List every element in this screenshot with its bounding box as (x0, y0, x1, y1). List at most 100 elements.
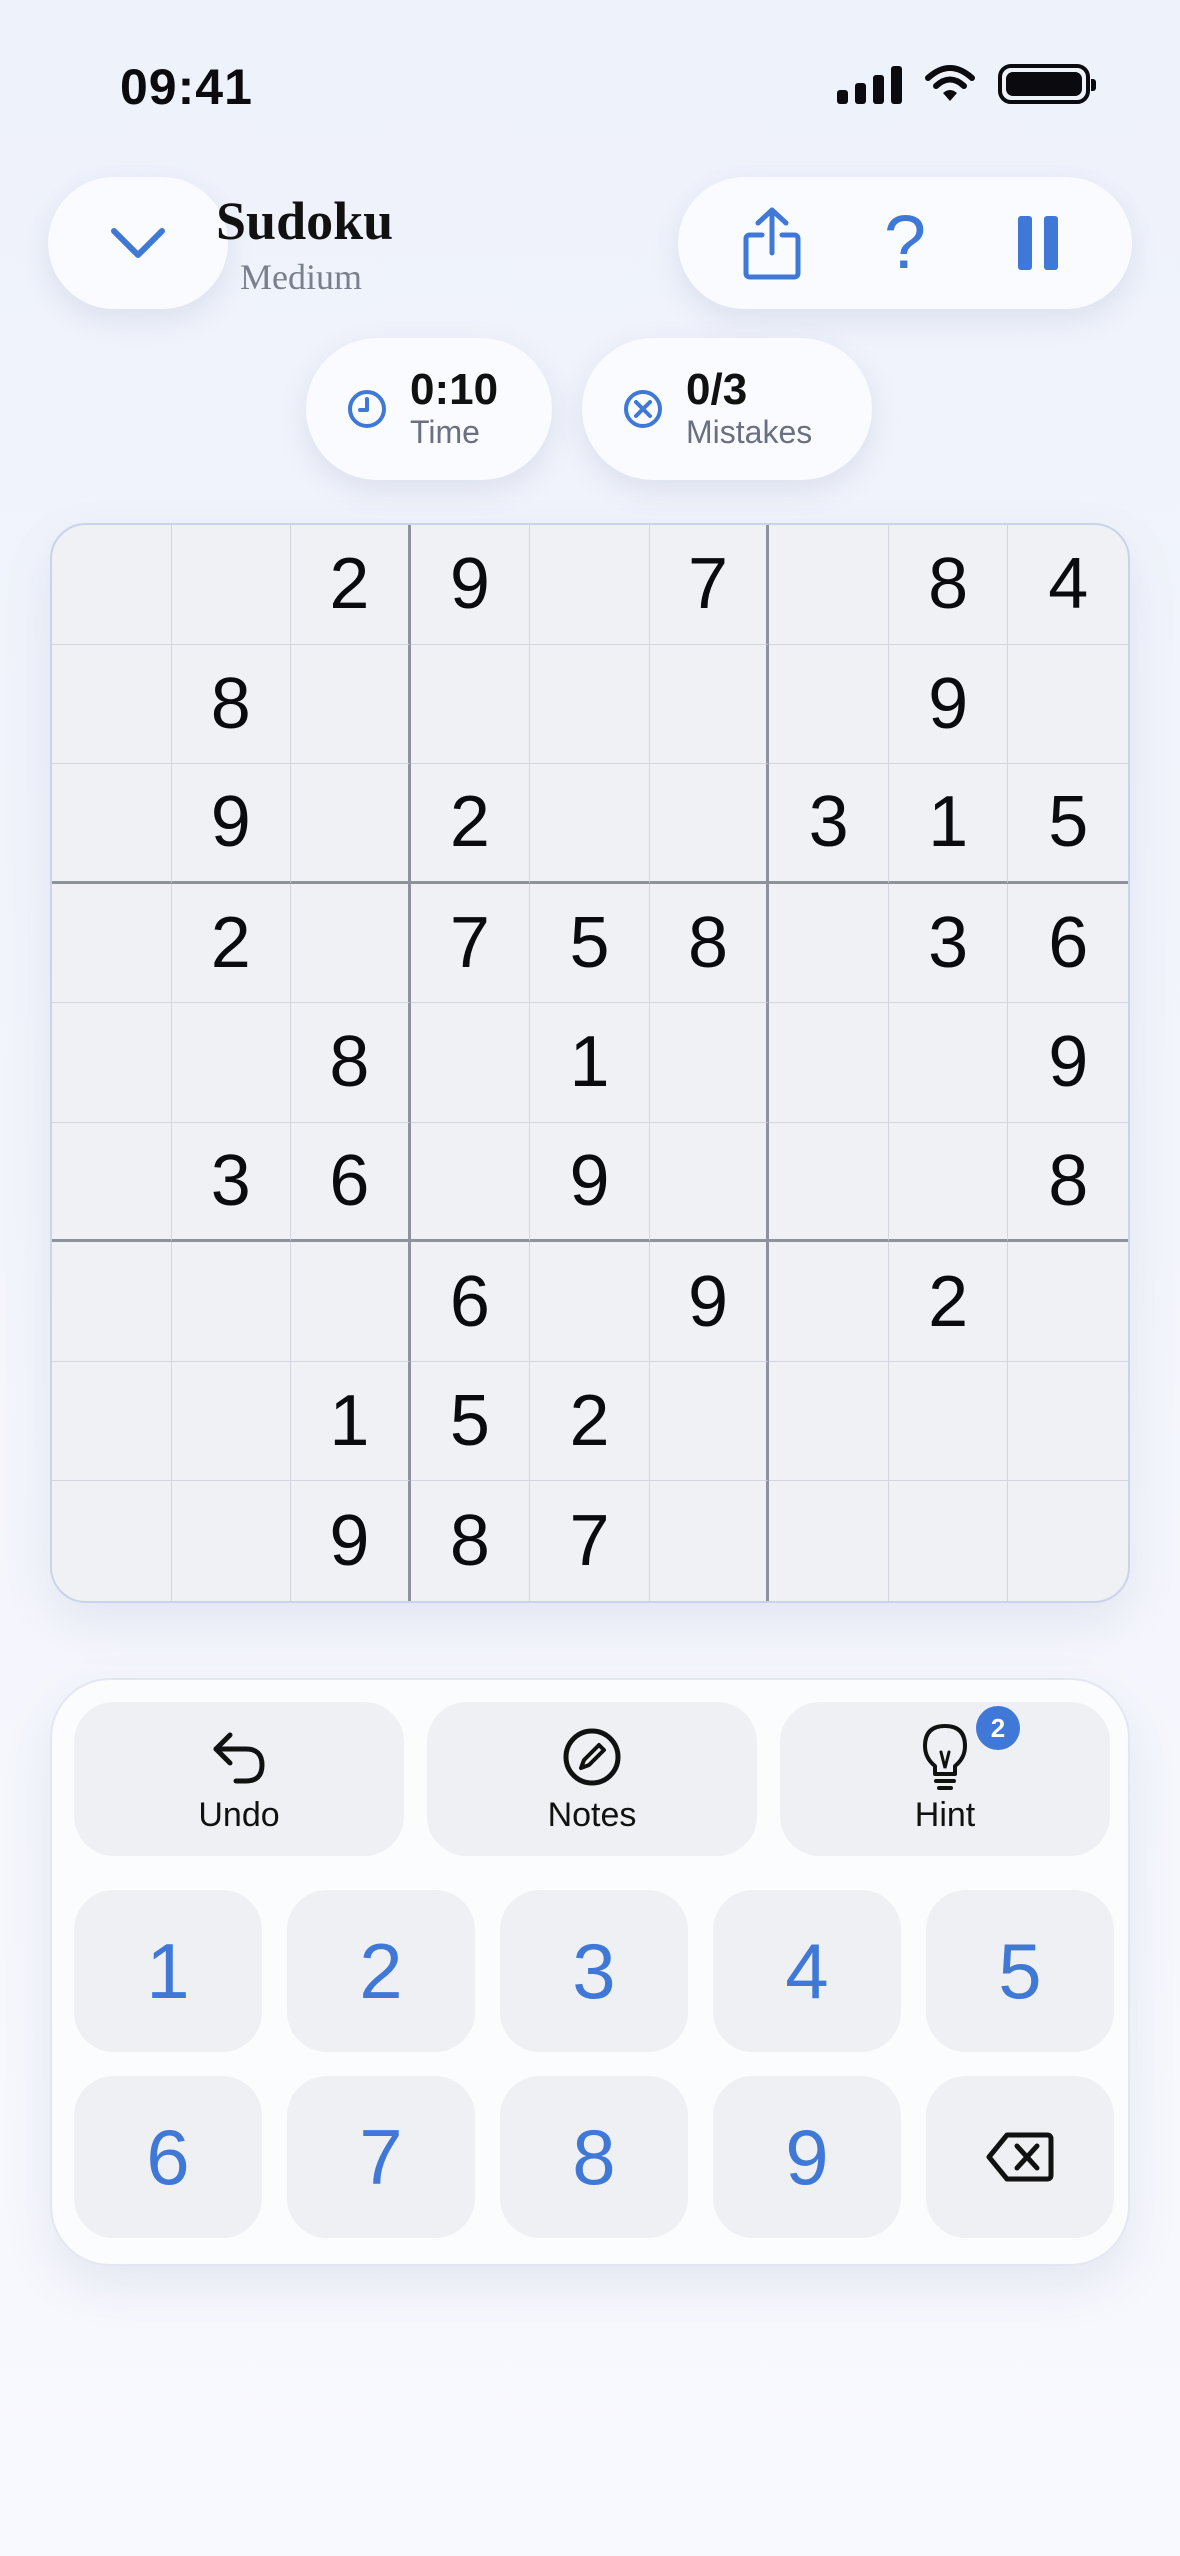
board-cell[interactable] (888, 1361, 1009, 1482)
mistakes-value: 0/3 (686, 364, 748, 414)
board-cell[interactable]: 4 (1008, 525, 1128, 645)
help-button[interactable]: ? (855, 193, 955, 293)
board-cell[interactable] (769, 644, 889, 765)
board-cell[interactable]: 9 (530, 1122, 650, 1243)
board-cell[interactable]: 2 (171, 883, 292, 1004)
board-cell[interactable]: 3 (171, 1122, 292, 1243)
board-cell[interactable]: 5 (530, 883, 650, 1004)
board-cell[interactable] (52, 883, 172, 1004)
board-cell[interactable] (888, 1122, 1009, 1243)
board-cell[interactable]: 5 (1008, 764, 1128, 884)
hint-button[interactable]: Hint 2 (780, 1702, 1110, 1856)
board-cell[interactable]: 6 (1008, 884, 1128, 1004)
board-cell[interactable]: 6 (410, 1242, 531, 1362)
board-cell[interactable] (530, 764, 650, 884)
board-cell[interactable] (291, 1242, 411, 1362)
board-cell[interactable]: 2 (888, 1242, 1009, 1362)
board-cell[interactable] (650, 1481, 770, 1601)
board-cell[interactable] (410, 644, 531, 765)
board-cell[interactable]: 1 (291, 1361, 411, 1482)
board-cell[interactable]: 1 (530, 1003, 650, 1123)
board-cell[interactable]: 8 (1008, 1123, 1128, 1243)
board-cell[interactable] (291, 883, 411, 1004)
board-cell[interactable] (52, 1122, 172, 1243)
number-key-8[interactable]: 8 (500, 2076, 688, 2238)
board-cell[interactable] (52, 644, 172, 765)
board-cell[interactable] (769, 883, 889, 1004)
board-cell[interactable] (649, 1361, 770, 1482)
board-cell[interactable]: 9 (171, 764, 292, 884)
pause-button[interactable] (988, 193, 1088, 293)
board-cell[interactable] (291, 764, 411, 884)
board-cell[interactable] (649, 644, 770, 765)
number-key-1[interactable]: 1 (74, 1890, 262, 2052)
board-cell[interactable] (888, 1003, 1009, 1123)
board-cell[interactable]: 2 (530, 1361, 650, 1482)
board-cell[interactable]: 9 (410, 525, 531, 645)
undo-button[interactable]: Undo (74, 1702, 404, 1856)
board-cell[interactable] (171, 1361, 292, 1482)
board-cell[interactable]: 7 (649, 525, 770, 645)
collapse-button[interactable] (48, 177, 228, 309)
board-cell[interactable] (1008, 1362, 1128, 1482)
backspace-icon (986, 2132, 1054, 2182)
board-cell[interactable] (1008, 1481, 1128, 1601)
board-cell[interactable] (52, 1361, 172, 1482)
board-cell[interactable] (769, 1122, 889, 1243)
number-key-9[interactable]: 9 (713, 2076, 901, 2238)
notes-button[interactable]: Notes (427, 1702, 757, 1856)
board-cell[interactable]: 8 (171, 644, 292, 765)
board-cell[interactable] (530, 1242, 650, 1362)
board-cell[interactable]: 6 (291, 1122, 411, 1243)
number-key-2[interactable]: 2 (287, 1890, 475, 2052)
board-cell[interactable] (171, 525, 292, 645)
board-cell[interactable]: 5 (410, 1361, 531, 1482)
board-cell[interactable]: 8 (291, 1003, 411, 1123)
board-cell[interactable] (530, 525, 650, 645)
board-cell[interactable] (649, 1122, 770, 1243)
board-cell[interactable] (649, 764, 770, 884)
board-cell[interactable] (52, 764, 172, 884)
board-cell[interactable]: 2 (291, 525, 411, 645)
board-cell[interactable] (530, 644, 650, 765)
board-cell[interactable]: 9 (888, 644, 1009, 765)
board-cell[interactable] (410, 1122, 531, 1243)
board-cell[interactable] (171, 1003, 292, 1123)
board-cell[interactable]: 8 (888, 525, 1009, 645)
board-cell[interactable] (1008, 645, 1128, 765)
board-cell[interactable]: 3 (769, 764, 889, 884)
board-cell[interactable]: 1 (888, 764, 1009, 884)
board-cell[interactable] (769, 1361, 889, 1482)
board-cell[interactable] (889, 1481, 1009, 1601)
board-cell[interactable]: 2 (410, 764, 531, 884)
board-cell[interactable]: 9 (649, 1242, 770, 1362)
board-cell[interactable] (52, 1481, 172, 1601)
board-cell[interactable]: 9 (1008, 1003, 1128, 1123)
board-cell[interactable] (52, 525, 172, 645)
board-cell[interactable] (769, 1003, 889, 1123)
erase-button[interactable] (926, 2076, 1114, 2238)
board-cell[interactable] (291, 644, 411, 765)
board-cell[interactable]: 8 (649, 883, 770, 1004)
board-cell[interactable] (769, 525, 889, 645)
board-cell[interactable]: 9 (291, 1481, 411, 1601)
share-button[interactable] (722, 193, 822, 293)
board-cell[interactable]: 7 (530, 1481, 650, 1601)
number-key-4[interactable]: 4 (713, 1890, 901, 2052)
board-cell[interactable]: 3 (888, 883, 1009, 1004)
board-cell[interactable]: 7 (410, 883, 531, 1004)
number-key-5[interactable]: 5 (926, 1890, 1114, 2052)
board-cell[interactable] (410, 1003, 531, 1123)
board-cell[interactable] (171, 1242, 292, 1362)
board-cell[interactable] (1008, 1242, 1128, 1362)
number-key-7[interactable]: 7 (287, 2076, 475, 2238)
board-cell[interactable] (52, 1242, 172, 1362)
board-cell[interactable] (769, 1481, 889, 1601)
board-cell[interactable] (769, 1242, 889, 1362)
board-cell[interactable] (52, 1003, 172, 1123)
board-cell[interactable] (172, 1481, 292, 1601)
number-key-3[interactable]: 3 (500, 1890, 688, 2052)
board-cell[interactable] (649, 1003, 770, 1123)
number-key-6[interactable]: 6 (74, 2076, 262, 2238)
board-cell[interactable]: 8 (411, 1481, 531, 1601)
